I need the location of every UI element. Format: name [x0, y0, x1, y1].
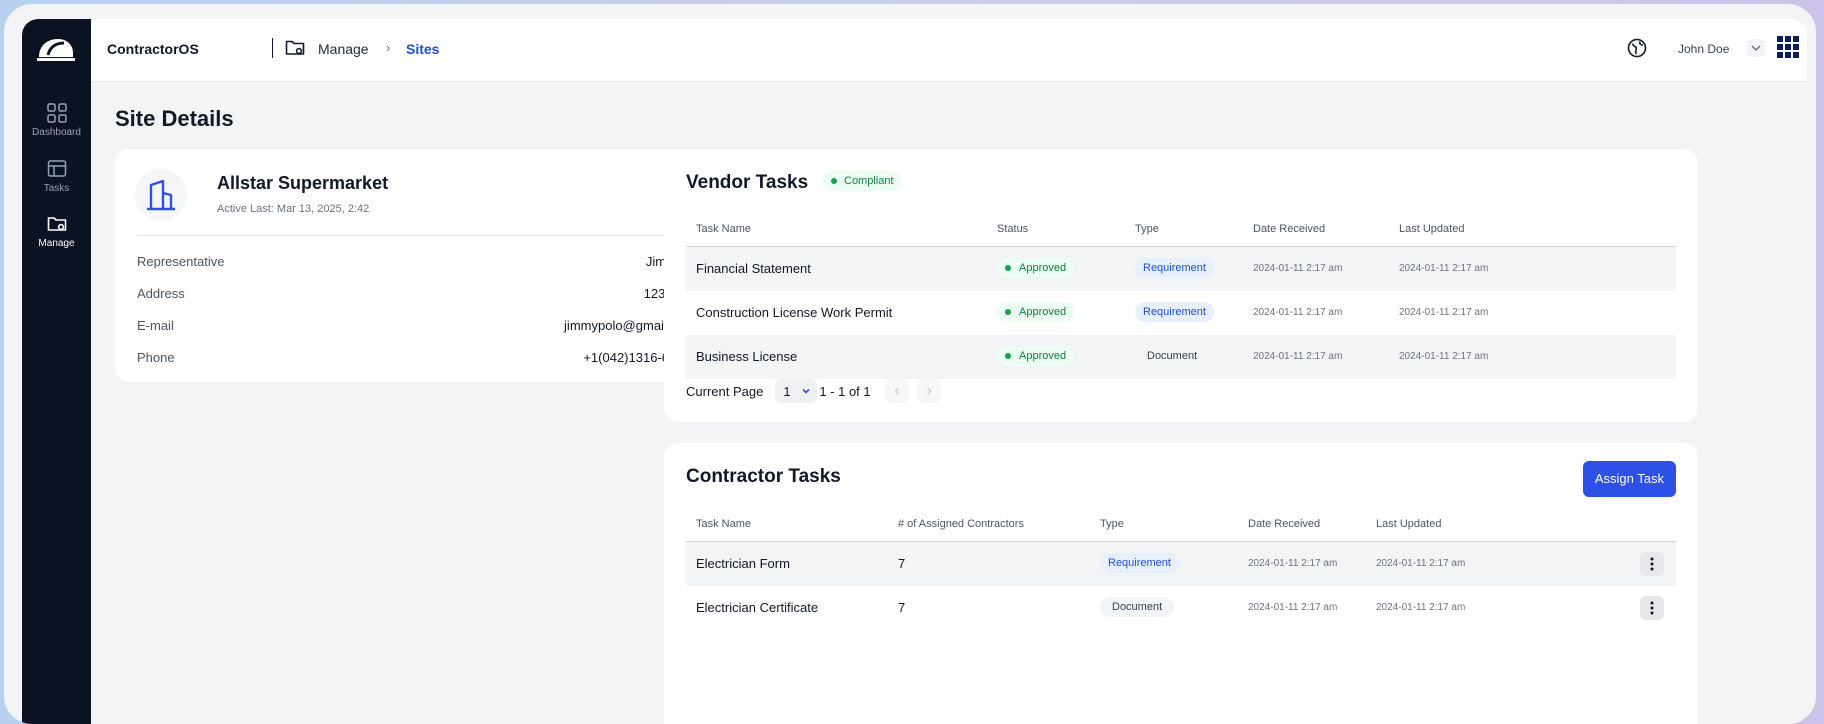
sidebar-item-label: Manage [38, 238, 75, 249]
task-name: Business License [696, 349, 798, 364]
type-badge: Requirement [1135, 258, 1214, 278]
column-header[interactable]: Last Updated [1376, 518, 1441, 530]
pagination: Current Page 1 1 - 1 of 1 [686, 379, 941, 403]
site-info-card: Allstar Supermarket Active Last: Mar 13,… [115, 149, 735, 382]
type-badge: Requirement [1100, 553, 1179, 573]
assigned-count: 7 [898, 600, 906, 615]
more-vertical-icon [1650, 557, 1654, 571]
site-avatar [135, 169, 187, 221]
assign-task-button[interactable]: Assign Task [1582, 461, 1676, 497]
last-updated: 2024-01-11 2:17 am [1399, 351, 1489, 362]
type-badge: Document [1135, 346, 1210, 366]
building-icon [147, 179, 175, 211]
status-badge: Approved [997, 346, 1075, 366]
app-frame: Dashboard Tasks Manage ContractorOS Mana… [4, 4, 1816, 724]
date-received: 2024-01-11 2:17 am [1248, 558, 1338, 569]
table-row[interactable]: Electrician Certificate 7 Document 2024-… [686, 586, 1676, 630]
vendor-tasks-card: Vendor Tasks Compliant Task Name Status … [664, 149, 1698, 422]
representative-label: Representative [137, 254, 225, 269]
date-received: 2024-01-11 2:17 am [1253, 307, 1343, 318]
column-header[interactable]: Type [1100, 518, 1124, 530]
site-name: Allstar Supermarket [217, 173, 389, 193]
breadcrumb-manage[interactable]: Manage [318, 41, 369, 57]
sidebar-item-label: Tasks [43, 183, 70, 194]
assigned-count: 7 [898, 556, 906, 571]
table-row[interactable]: Construction License Work Permit Approve… [686, 291, 1676, 335]
apps-grid-icon[interactable] [1777, 36, 1799, 58]
column-header[interactable]: Last Updated [1399, 223, 1464, 235]
site-last-active: Active Last: Mar 13, 2025, 2:42 [217, 203, 370, 215]
chevron-left-icon [894, 387, 899, 395]
last-updated: 2024-01-11 2:17 am [1399, 307, 1489, 318]
folder-settings-icon [285, 40, 305, 55]
row-actions-button[interactable] [1640, 596, 1664, 620]
sidebar-item-label: Dashboard [32, 127, 81, 138]
vendor-tasks-table: Task Name Status Type Date Received Last… [686, 211, 1676, 379]
dashboard-icon [46, 103, 67, 123]
sidebar: Dashboard Tasks Manage [22, 19, 91, 724]
email-label: E-mail [137, 318, 174, 333]
contractor-tasks-card: Contractor Tasks Assign Task Task Name #… [664, 443, 1698, 724]
date-received: 2024-01-11 2:17 am [1253, 263, 1343, 274]
compliance-badge: Compliant [822, 171, 902, 191]
phone-label: Phone [137, 350, 175, 365]
page-title: Site Details [115, 106, 234, 131]
task-name: Construction License Work Permit [696, 305, 893, 320]
next-page-button[interactable] [916, 379, 941, 403]
globe-icon[interactable] [1627, 38, 1647, 58]
chevron-down-icon[interactable] [1747, 39, 1765, 57]
column-header[interactable]: Status [997, 223, 1028, 235]
table-header: Task Name Status Type Date Received Last… [686, 211, 1676, 247]
table-row[interactable]: Financial Statement Approved Requirement… [686, 247, 1676, 291]
brand-name[interactable]: ContractorOS [107, 41, 199, 57]
task-name: Electrician Form [696, 556, 790, 571]
current-page-label: Current Page [686, 383, 764, 399]
page-range: 1 - 1 of 1 [819, 383, 871, 399]
last-updated: 2024-01-11 2:17 am [1376, 602, 1466, 613]
task-name: Electrician Certificate [696, 600, 819, 615]
logo-icon[interactable] [34, 31, 78, 67]
breadcrumb-divider [272, 38, 273, 58]
column-header[interactable]: Task Name [696, 518, 751, 530]
row-actions-button[interactable] [1640, 552, 1664, 576]
status-badge: Approved [997, 258, 1075, 278]
type-badge: Document [1100, 597, 1175, 617]
status-badge: Approved [997, 302, 1075, 322]
table-row[interactable]: Electrician Form 7 Requirement 2024-01-1… [686, 542, 1676, 586]
date-received: 2024-01-11 2:17 am [1248, 602, 1338, 613]
sidebar-item-dashboard[interactable]: Dashboard [22, 103, 91, 138]
contractor-tasks-title: Contractor Tasks [686, 466, 841, 487]
vendor-tasks-title: Vendor Tasks [686, 172, 809, 193]
sidebar-item-tasks[interactable]: Tasks [22, 159, 91, 194]
last-updated: 2024-01-11 2:17 am [1399, 263, 1489, 274]
manage-icon [47, 217, 66, 231]
table-row[interactable]: Business License Approved Document 2024-… [686, 335, 1676, 379]
prev-page-button[interactable] [884, 379, 909, 403]
column-header[interactable]: Date Received [1253, 223, 1325, 235]
column-header[interactable]: # of Assigned Contractors [898, 518, 1024, 530]
task-name: Financial Statement [696, 261, 811, 276]
top-bar: ContractorOS Manage › Sites John Doe [91, 19, 1807, 82]
column-header[interactable]: Type [1135, 223, 1159, 235]
contractor-tasks-table: Task Name # of Assigned Contractors Type… [686, 506, 1676, 630]
last-updated: 2024-01-11 2:17 am [1376, 558, 1466, 569]
chevron-right-icon: › [386, 40, 391, 55]
type-badge: Requirement [1135, 302, 1214, 322]
app-window: Dashboard Tasks Manage ContractorOS Mana… [22, 19, 1807, 724]
column-header[interactable]: Task Name [696, 223, 751, 235]
more-vertical-icon [1650, 601, 1654, 615]
divider [137, 235, 713, 236]
address-label: Address [137, 286, 185, 301]
page-number: 1 [783, 383, 791, 399]
table-header: Task Name # of Assigned Contractors Type… [686, 506, 1676, 542]
chevron-down-icon [802, 388, 810, 394]
user-menu[interactable]: John Doe [1678, 42, 1729, 56]
breadcrumb-sites[interactable]: Sites [406, 41, 439, 57]
sidebar-item-manage[interactable]: Manage [22, 214, 91, 249]
tasks-icon [47, 160, 66, 177]
column-header[interactable]: Date Received [1248, 518, 1320, 530]
chevron-right-icon [926, 387, 932, 395]
page-select[interactable]: 1 [775, 379, 818, 403]
date-received: 2024-01-11 2:17 am [1253, 351, 1343, 362]
